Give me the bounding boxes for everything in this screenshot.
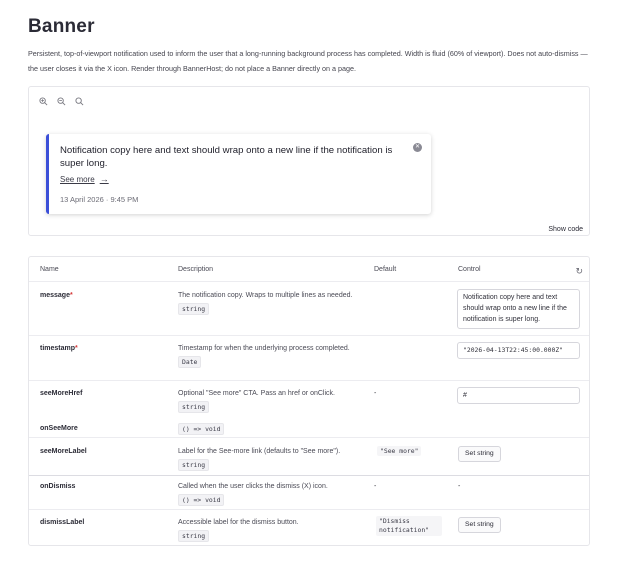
prop-type: () => void <box>178 494 225 506</box>
reset-controls-icon[interactable]: ↻ <box>575 266 583 277</box>
prop-default-cell: "Dismiss notification" <box>376 516 442 536</box>
prop-description: Timestamp for when the underlying proces… <box>178 345 350 352</box>
prop-description-cell: Optional "See more" CTA. Pass an href or… <box>178 388 358 413</box>
row-divider <box>29 437 589 438</box>
prop-name: onDismiss <box>40 483 76 490</box>
header-name: Name <box>40 266 59 273</box>
see-more-label: See more <box>60 174 95 184</box>
table-row: seeMoreLabel <box>40 446 87 457</box>
required-marker: * <box>69 292 73 299</box>
prop-default: - <box>374 390 377 397</box>
prop-description-cell: Timestamp for when the underlying proces… <box>178 343 358 368</box>
prop-description-cell: () => void <box>178 421 358 435</box>
banner-timestamp: 13 April 2026 · 9:45 PM <box>60 195 139 204</box>
prop-description: Accessible label for the dismiss button. <box>178 519 299 526</box>
prop-name: seeMoreLabel <box>40 448 87 455</box>
close-glyph: ✕ <box>414 144 421 150</box>
zoom-out-icon[interactable] <box>55 95 67 107</box>
header-divider <box>29 281 589 282</box>
header-default: Default <box>374 266 397 273</box>
table-row: timestamp* <box>40 343 78 354</box>
args-table: Name Description Default Control ↻ messa… <box>28 256 590 546</box>
prop-type: string <box>178 401 210 413</box>
table-row: onSeeMore <box>40 423 78 434</box>
zoom-in-icon[interactable] <box>37 95 49 107</box>
close-icon[interactable]: ✕ <box>413 143 422 152</box>
prop-default: - <box>374 483 377 490</box>
prop-name: timestamp <box>40 345 76 352</box>
prop-name: message <box>40 292 70 299</box>
zoom-reset-icon[interactable] <box>73 95 85 107</box>
prop-default-cell: "See more" <box>377 446 422 457</box>
prop-default: "Dismiss notification" <box>376 516 442 536</box>
row-divider <box>29 335 589 336</box>
prop-description-cell: Accessible label for the dismiss button.… <box>178 517 358 542</box>
notification-banner: Notification copy here and text should w… <box>46 134 431 214</box>
banner-message: Notification copy here and text should w… <box>60 145 393 169</box>
header-control: Control <box>458 266 481 273</box>
page-description: Persistent, top-of-viewport notification… <box>28 49 588 73</box>
prop-name: onSeeMore <box>40 425 78 432</box>
prop-type: string <box>178 530 210 542</box>
set-string-button[interactable]: Set string <box>458 446 501 462</box>
table-row: dismissLabel <box>40 517 84 528</box>
prop-type: string <box>178 459 210 471</box>
story-canvas: Notification copy here and text should w… <box>28 86 590 236</box>
message-textarea[interactable]: Notification copy here and text should w… <box>457 289 580 329</box>
header-description: Description <box>178 266 214 273</box>
row-divider <box>29 380 589 381</box>
set-string-button[interactable]: Set string <box>458 517 501 533</box>
prop-name: seeMoreHref <box>40 390 83 397</box>
prop-description: Optional "See more" CTA. Pass an href or… <box>178 390 335 397</box>
show-code-button[interactable]: Show code <box>548 226 583 233</box>
prop-description: The notification copy. Wraps to multiple… <box>178 292 353 299</box>
required-marker: * <box>75 345 78 352</box>
prop-type: Date <box>178 356 202 368</box>
prop-description: Label for the See-more link (defaults to… <box>178 448 341 455</box>
prop-description-cell: The notification copy. Wraps to multiple… <box>178 290 358 315</box>
canvas-toolbar <box>29 87 589 115</box>
row-divider <box>29 509 589 510</box>
timestamp-input[interactable]: "2026-04-13T22:45:00.000Z" <box>457 342 580 359</box>
prop-description: Called when the user clicks the dismiss … <box>178 483 328 490</box>
prop-type: string <box>178 303 210 315</box>
see-more-href-input[interactable]: # <box>457 387 580 404</box>
page-title: Banner <box>28 16 95 37</box>
prop-description-cell: Called when the user clicks the dismiss … <box>178 481 358 506</box>
section-divider <box>29 475 589 476</box>
prop-type: () => void <box>178 423 225 435</box>
table-row: onDismiss <box>40 481 75 492</box>
table-row: message* <box>40 290 73 301</box>
prop-description-cell: Label for the See-more link (defaults to… <box>178 446 358 471</box>
see-more-link[interactable]: See more → <box>60 174 109 184</box>
arrow-right-icon: → <box>99 174 109 184</box>
prop-default: "See more" <box>377 446 422 456</box>
prop-control-none: - <box>458 483 461 490</box>
prop-name: dismissLabel <box>40 519 85 526</box>
table-row: seeMoreHref <box>40 388 82 399</box>
